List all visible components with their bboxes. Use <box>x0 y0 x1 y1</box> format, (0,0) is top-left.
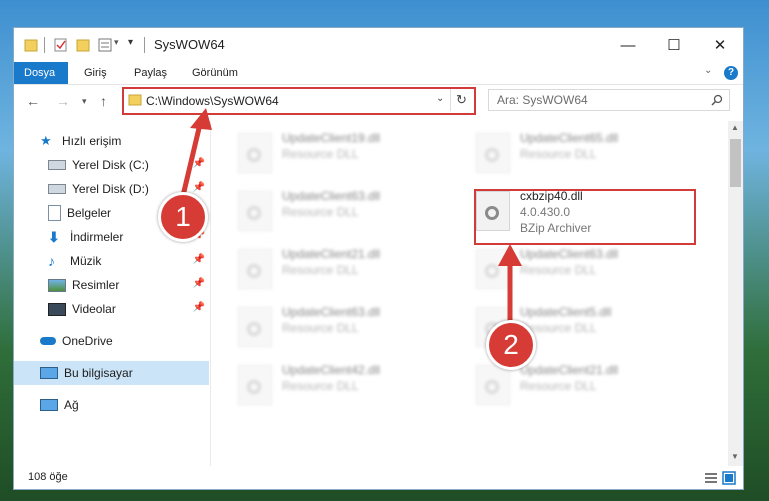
annotation-arrows <box>179 108 522 324</box>
step-two-badge: 2 <box>486 320 536 370</box>
step-one-badge: 1 <box>158 192 208 242</box>
